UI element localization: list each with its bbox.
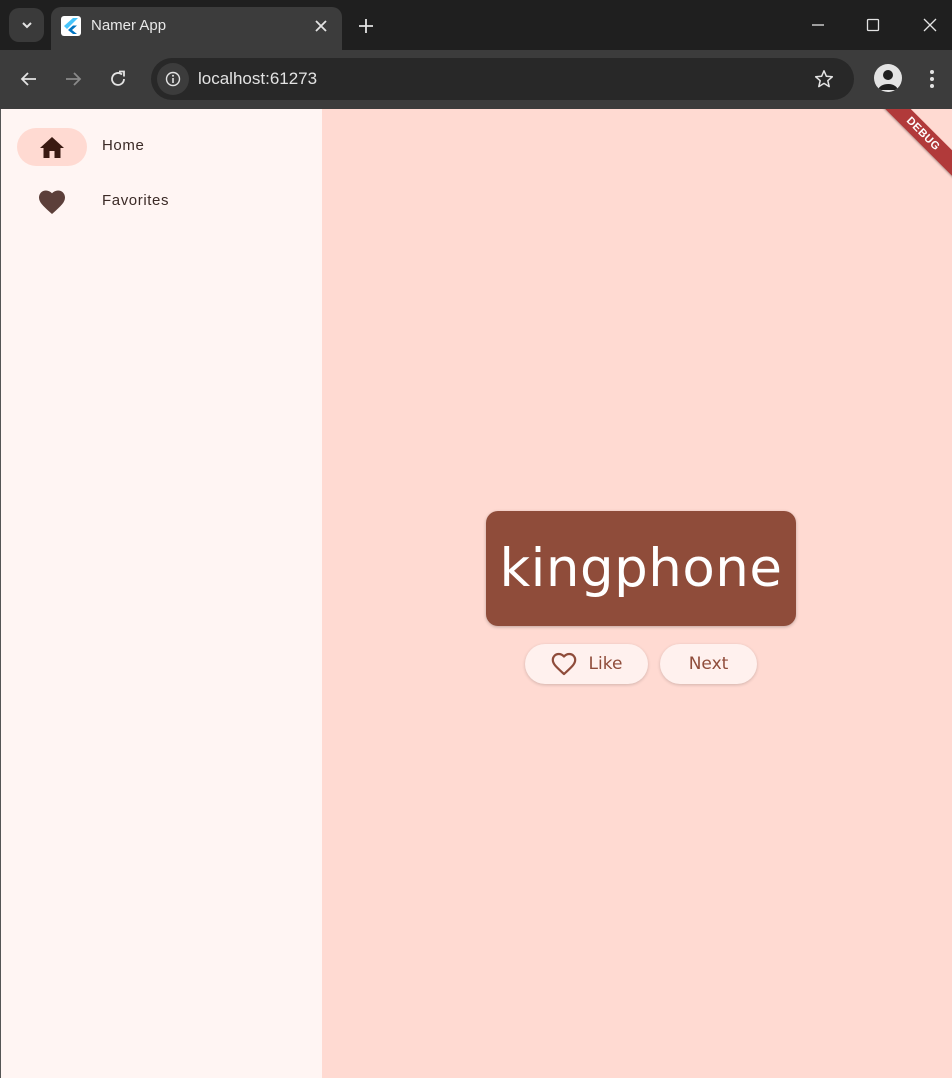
back-icon[interactable] [14, 64, 44, 94]
profile-avatar-icon[interactable] [874, 64, 902, 92]
flutter-favicon-icon [61, 16, 81, 36]
generator-page: kingphone Like Next DEBUG [322, 109, 952, 1078]
maximize-icon[interactable] [858, 10, 888, 40]
tab-title: Namer App [91, 17, 167, 34]
minimize-icon[interactable] [803, 10, 833, 40]
debug-banner: DEBUG [874, 109, 952, 183]
next-button[interactable]: Next [660, 644, 757, 684]
tab-search-button[interactable] [9, 8, 44, 42]
site-info-icon[interactable] [157, 63, 189, 95]
bookmark-star-icon[interactable] [811, 66, 837, 92]
new-tab-icon[interactable] [352, 12, 380, 40]
like-button[interactable]: Like [525, 644, 648, 684]
nav-label-favorites: Favorites [102, 192, 170, 209]
browser-menu-icon[interactable] [920, 64, 944, 94]
word-pair-card: kingphone [486, 511, 796, 626]
like-button-label: Like [588, 654, 623, 674]
navigation-rail: Home Favorites [2, 109, 322, 1078]
close-window-icon[interactable] [915, 10, 945, 40]
address-bar[interactable]: localhost:61273 [151, 58, 854, 100]
browser-toolbar: localhost:61273 [0, 50, 952, 109]
nav-indicator-empty [17, 183, 87, 221]
next-button-label: Next [688, 654, 729, 674]
heart-icon [39, 190, 65, 214]
browser-tab[interactable]: Namer App [51, 7, 342, 50]
forward-icon[interactable] [58, 64, 88, 94]
close-tab-icon[interactable] [311, 16, 331, 36]
nav-indicator [17, 128, 87, 166]
nav-item-home[interactable]: Home [2, 120, 322, 172]
home-icon [40, 137, 64, 158]
nav-item-favorites[interactable]: Favorites [2, 175, 322, 227]
browser-tab-strip: Namer App [0, 0, 952, 50]
nav-label-home: Home [102, 137, 145, 154]
app-viewport: Home Favorites kingphone Like Next DEBUG [0, 109, 952, 1078]
heart-outline-icon [551, 652, 577, 676]
chevron-down-icon [21, 22, 32, 29]
reload-icon[interactable] [103, 64, 133, 94]
url-text: localhost:61273 [198, 69, 318, 88]
word-pair-text: kingphone [499, 538, 783, 599]
